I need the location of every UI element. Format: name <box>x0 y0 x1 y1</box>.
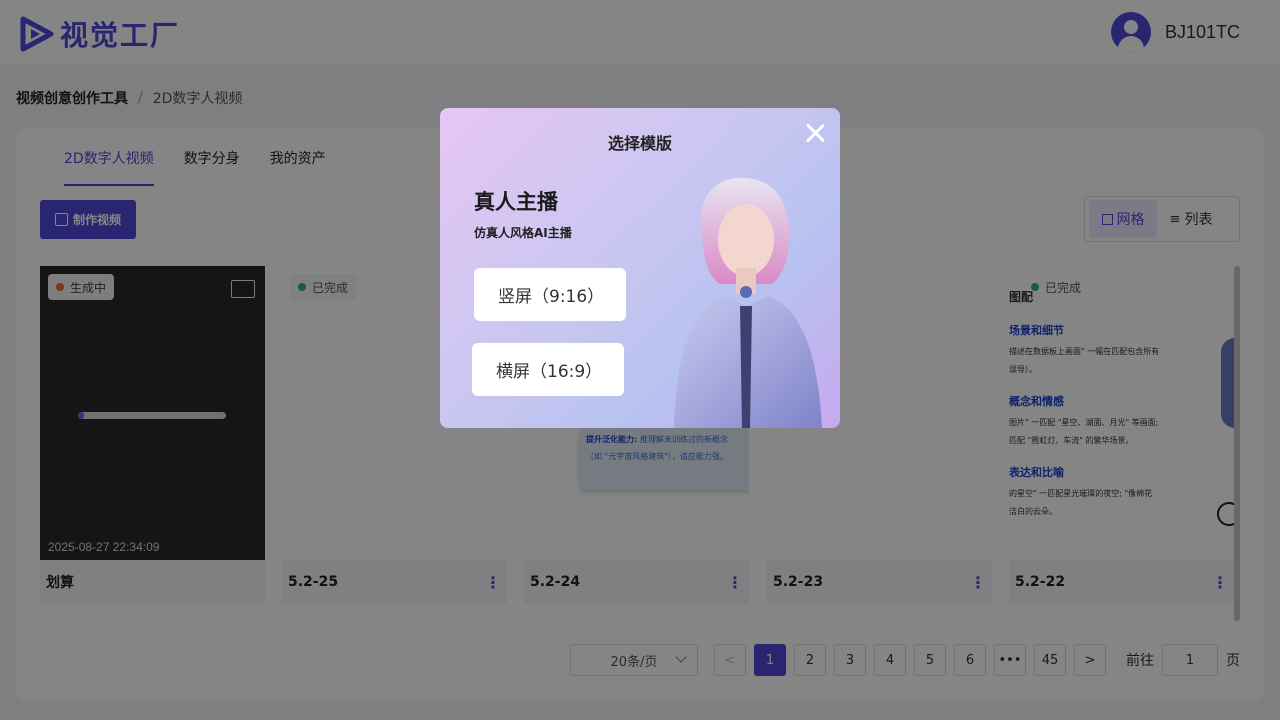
landscape-option-button[interactable]: 横屏（16:9） <box>472 343 624 396</box>
close-icon[interactable] <box>804 122 826 144</box>
portrait-option-button[interactable]: 竖屏（9:16） <box>474 268 626 321</box>
modal-subtitle: 仿真人风格AI主播 <box>474 226 572 240</box>
modal-title: 选择模版 <box>607 134 672 153</box>
ai-anchor-illustration <box>674 177 822 428</box>
modal-heading: 真人主播 <box>474 190 558 214</box>
template-select-modal: 选择模版 真人主播 仿真人风格AI主播 竖屏（9:16） 横屏（16:9） <box>440 108 840 428</box>
